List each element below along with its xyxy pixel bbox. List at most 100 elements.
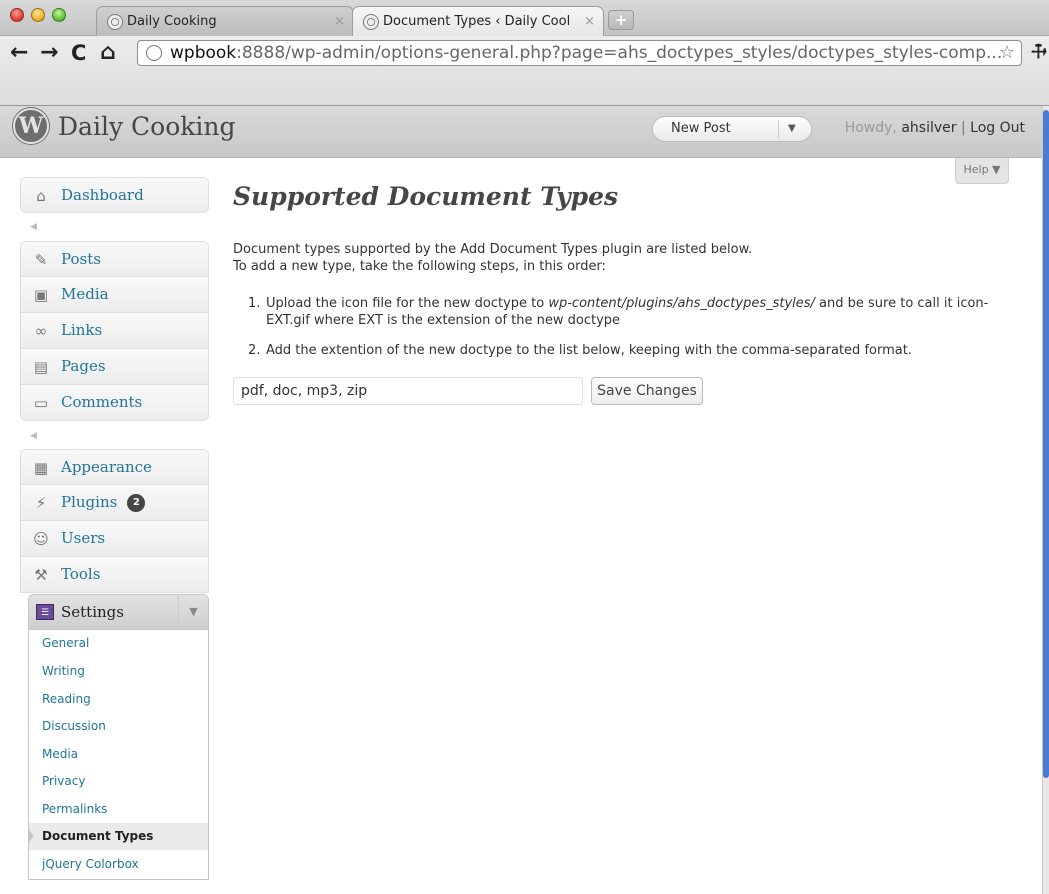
sidebar-item-links[interactable]: ∞ Links xyxy=(20,313,209,349)
submenu-item-jquery-colorbox[interactable]: jQuery Colorbox xyxy=(29,851,208,878)
sidebar-item-media[interactable]: ▣ Media xyxy=(20,277,209,313)
submenu-item-general[interactable]: General xyxy=(29,630,208,657)
sidebar-item-label: Dashboard xyxy=(61,186,144,204)
sidebar-item-posts[interactable]: ✎ Posts xyxy=(20,241,209,277)
logout-link[interactable]: Log Out xyxy=(970,120,1025,136)
howdy-text: Howdy, xyxy=(844,120,902,136)
close-tab-icon[interactable]: × xyxy=(584,7,595,36)
close-window-button[interactable] xyxy=(10,8,24,22)
wordpress-favicon-icon xyxy=(363,14,379,30)
sidebar-item-tools[interactable]: ⚒ Tools xyxy=(20,557,209,593)
sidebar-item-label: Links xyxy=(61,321,103,339)
help-tab[interactable]: Help ▼ xyxy=(955,158,1009,184)
update-count-badge: 2 xyxy=(127,494,146,512)
sidebar-item-appearance[interactable]: ▦ Appearance xyxy=(20,449,209,485)
list-item: 2. Add the extention of the new doctype … xyxy=(248,342,1018,359)
collapse-menu-icon[interactable]: ◀ xyxy=(30,222,37,232)
new-post-link[interactable]: New Post xyxy=(671,117,731,141)
page-title: Supported Document Types xyxy=(233,182,619,211)
submenu-item-document-types[interactable]: Document Types xyxy=(28,823,208,850)
sidebar-item-label: Tools xyxy=(61,565,101,583)
tab-label: Document Types ‹ Daily Cool xyxy=(383,14,571,29)
submenu-item-label: Document Types xyxy=(42,829,154,843)
sidebar-item-settings[interactable]: ☰ Settings ▼ xyxy=(28,594,209,630)
home-icon[interactable]: ⌂ xyxy=(100,36,116,70)
help-label: Help xyxy=(963,163,989,176)
browser-toolbar: ← → C ⌂ wpbook:8888/wp-admin/options-gen… xyxy=(0,36,1049,106)
divider xyxy=(778,120,779,138)
current-item-pointer xyxy=(28,829,34,843)
chevron-down-icon[interactable]: ▼ xyxy=(788,117,796,141)
sidebar-item-pages[interactable]: ▤ Pages xyxy=(20,349,209,385)
user-greeting: Howdy, ahsilver | Log Out xyxy=(845,120,1025,136)
back-icon[interactable]: ← xyxy=(10,36,28,70)
plugin-path: wp-content/plugins/ahs_doctypes_styles/ xyxy=(548,296,815,311)
tools-icon: ⚒ xyxy=(34,566,48,584)
media-icon: ▣ xyxy=(33,286,49,304)
wordpress-logo-icon[interactable]: W xyxy=(13,108,49,144)
users-icon: ☺ xyxy=(33,530,49,548)
list-item: 1. Upload the icon file for the new doct… xyxy=(248,295,1018,329)
collapse-menu-icon[interactable]: ◀ xyxy=(30,431,37,441)
chevron-down-icon[interactable]: ▼ xyxy=(178,595,208,629)
step-number: 2. xyxy=(248,343,261,358)
sidebar-item-label: Pages xyxy=(61,357,106,375)
url-text: wpbook:8888/wp-admin/options-general.php… xyxy=(170,43,1003,63)
sidebar-item-users[interactable]: ☺ Users xyxy=(20,521,209,557)
sidebar-item-label: Settings xyxy=(61,603,124,621)
intro-line: Document types supported by the Add Docu… xyxy=(233,242,753,257)
submenu-item-permalinks[interactable]: Permalinks xyxy=(29,796,208,823)
sidebar-item-comments[interactable]: ▭ Comments xyxy=(20,385,209,421)
wrench-icon[interactable]: ⚒ xyxy=(1025,38,1049,64)
tab-label: Daily Cooking xyxy=(127,14,217,29)
minimize-window-button[interactable] xyxy=(31,8,45,22)
sidebar-item-label: Media xyxy=(61,285,109,303)
plugin-icon: ⚡ xyxy=(35,494,47,512)
submenu-item-privacy[interactable]: Privacy xyxy=(29,768,208,795)
save-changes-button[interactable]: Save Changes xyxy=(591,377,703,405)
sidebar-item-label: Comments xyxy=(61,393,143,411)
zoom-window-button[interactable] xyxy=(52,8,66,22)
forward-icon[interactable]: → xyxy=(40,36,58,70)
separator: | xyxy=(956,120,971,136)
step-text: Add the extention of the new doctype to … xyxy=(266,343,912,358)
sidebar-item-dashboard[interactable]: ⌂ Dashboard xyxy=(20,177,209,213)
sidebar-item-label: Users xyxy=(61,529,106,547)
username-link[interactable]: ahsilver xyxy=(901,120,956,136)
sidebar-item-label: Plugins xyxy=(61,493,118,511)
step-number: 1. xyxy=(248,296,261,311)
vertical-scrollbar-thumb[interactable] xyxy=(1043,110,1049,778)
link-icon: ∞ xyxy=(34,322,48,340)
intro-line: To add a new type, take the following st… xyxy=(233,259,606,274)
comment-icon: ▭ xyxy=(33,394,49,412)
address-bar[interactable]: wpbook:8888/wp-admin/options-general.php… xyxy=(137,40,1022,66)
appearance-icon: ▦ xyxy=(33,459,49,477)
close-tab-icon[interactable]: × xyxy=(334,7,345,36)
new-tab-button[interactable]: + xyxy=(608,10,634,30)
submenu-item-media[interactable]: Media xyxy=(29,741,208,768)
settings-submenu: General Writing Reading Discussion Media… xyxy=(28,630,209,880)
home-icon: ⌂ xyxy=(36,187,46,205)
chevron-down-icon: ▼ xyxy=(992,163,1001,176)
favorite-actions-dropdown[interactable]: New Post ▼ xyxy=(652,116,812,142)
pages-icon: ▤ xyxy=(33,358,49,376)
reload-icon[interactable]: C xyxy=(71,36,86,70)
submenu-item-reading[interactable]: Reading xyxy=(29,686,208,713)
doctypes-input[interactable]: pdf, doc, mp3, zip xyxy=(233,377,583,405)
submenu-item-writing[interactable]: Writing xyxy=(29,658,208,685)
step-text: Upload the icon file for the new doctype… xyxy=(266,296,989,328)
sidebar-item-label: Appearance xyxy=(61,458,152,476)
sidebar-item-label: Posts xyxy=(61,250,101,268)
browser-tab-bar: Daily Cooking × Document Types ‹ Daily C… xyxy=(0,0,1049,36)
sidebar-item-plugins[interactable]: ⚡ Plugins 2 xyxy=(20,485,209,521)
pin-icon: ✎ xyxy=(34,251,48,269)
browser-tab-daily-cooking[interactable]: Daily Cooking × xyxy=(96,6,354,36)
intro-text: Document types supported by the Add Docu… xyxy=(233,241,752,275)
browser-tab-document-types[interactable]: Document Types ‹ Daily Cool × xyxy=(352,6,604,36)
star-icon[interactable]: ☆ xyxy=(999,41,1015,65)
globe-icon xyxy=(146,45,162,61)
site-title[interactable]: Daily Cooking xyxy=(58,112,236,141)
submenu-item-discussion[interactable]: Discussion xyxy=(29,713,208,740)
settings-icon: ☰ xyxy=(36,604,54,620)
wordpress-favicon-icon xyxy=(107,14,123,30)
